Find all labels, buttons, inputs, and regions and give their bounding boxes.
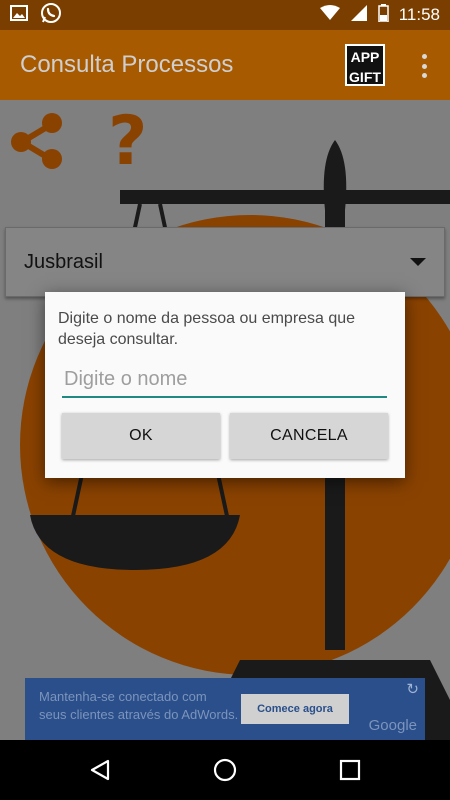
wifi-icon xyxy=(319,4,340,26)
overflow-menu-icon[interactable] xyxy=(414,52,434,80)
gift-logo-line1: APP xyxy=(350,49,380,65)
battery-icon xyxy=(377,3,389,27)
navigation-bar xyxy=(0,740,450,800)
whatsapp-icon xyxy=(40,2,62,29)
share-icon[interactable] xyxy=(8,110,66,175)
ok-button[interactable]: OK xyxy=(62,413,220,459)
ad-text: Mantenha-se conectado com seus clientes … xyxy=(39,688,238,724)
spinner-selected-value: Jusbrasil xyxy=(24,250,103,273)
search-dialog: Digite o nome da pessoa ou empresa que d… xyxy=(45,292,405,478)
ad-brand: Google xyxy=(368,717,417,734)
app-gift-button[interactable]: APP GIFT xyxy=(345,44,385,86)
refresh-icon[interactable]: ↻ xyxy=(406,680,419,698)
cancel-button[interactable]: CANCELA xyxy=(230,413,388,459)
status-bar: 11:58 xyxy=(0,0,450,30)
ad-banner[interactable]: Mantenha-se conectado com seus clientes … xyxy=(25,678,425,740)
ad-line1: Mantenha-se conectado com xyxy=(39,689,207,704)
ad-cta-button[interactable]: Comece agora xyxy=(241,694,349,724)
source-spinner[interactable]: Jusbrasil xyxy=(5,227,445,297)
dialog-message: Digite o nome da pessoa ou empresa que d… xyxy=(58,310,356,348)
page-title: Consulta Processos xyxy=(20,51,234,78)
help-icon[interactable]: ? xyxy=(108,102,147,181)
dropdown-arrow-icon xyxy=(410,258,426,266)
status-time: 11:58 xyxy=(398,5,440,24)
name-input[interactable] xyxy=(62,362,387,398)
image-icon xyxy=(10,4,28,26)
ad-line2: seus clientes através do AdWords. xyxy=(39,707,239,722)
action-bar: Consulta Processos APP GIFT xyxy=(0,30,450,100)
home-icon[interactable] xyxy=(213,758,237,787)
back-icon[interactable] xyxy=(88,758,112,787)
recents-icon[interactable] xyxy=(338,758,362,787)
signal-icon xyxy=(350,4,368,27)
gift-logo-line2: GIFT xyxy=(349,69,381,85)
